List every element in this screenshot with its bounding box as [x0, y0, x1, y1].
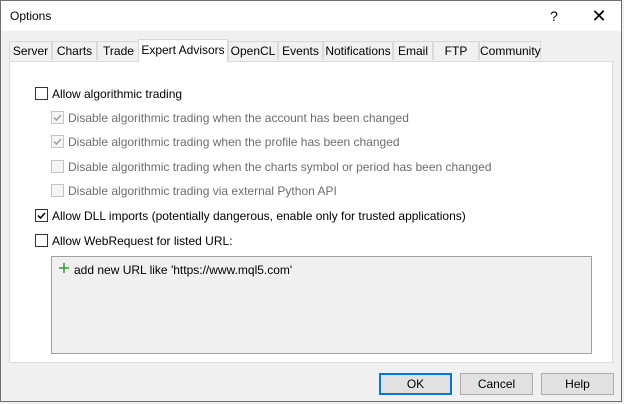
tab-opencl[interactable]: OpenCL	[228, 41, 278, 60]
cancel-button[interactable]: Cancel	[460, 373, 533, 395]
tab-email[interactable]: Email	[393, 41, 433, 60]
disable-on-account-change-checkbox[interactable]	[51, 111, 64, 124]
disable-on-account-change-label: Disable algorithmic trading when the acc…	[68, 111, 409, 125]
tab-events[interactable]: Events	[278, 41, 323, 60]
disable-via-python-label: Disable algorithmic trading via external…	[68, 184, 337, 198]
checkmark-icon	[53, 138, 62, 146]
disable-on-profile-change-label: Disable algorithmic trading when the pro…	[68, 135, 400, 149]
allow-webrequest-label: Allow WebRequest for listed URL:	[52, 234, 233, 248]
checkmark-icon	[53, 114, 62, 122]
tab-community[interactable]: Community	[479, 41, 541, 60]
url-list[interactable]: add new URL like 'https://www.mql5.com'	[51, 256, 592, 354]
plus-icon	[58, 262, 70, 276]
tab-server[interactable]: Server	[9, 41, 52, 60]
add-url-label: add new URL like 'https://www.mql5.com'	[74, 263, 293, 277]
dialog-title: Options	[10, 9, 52, 23]
disable-on-symbol-change-checkbox[interactable]	[51, 160, 64, 173]
disable-via-python-checkbox[interactable]	[51, 184, 64, 197]
allow-webrequest-checkbox[interactable]	[35, 234, 48, 247]
help-button[interactable]: Help	[541, 373, 614, 395]
tab-notifications[interactable]: Notifications	[323, 41, 393, 60]
close-button[interactable]: ✕	[583, 3, 615, 29]
disable-on-symbol-change-label: Disable algorithmic trading when the cha…	[68, 160, 492, 174]
tab-trade[interactable]: Trade	[97, 41, 140, 60]
help-title-button[interactable]: ?	[539, 3, 569, 29]
expert-advisors-panel: Allow algorithmic trading Disable algori…	[9, 61, 613, 363]
title-bar: Options ? ✕	[1, 1, 621, 31]
checkmark-icon	[37, 212, 46, 220]
tab-ftp[interactable]: FTP	[433, 41, 479, 60]
ok-button[interactable]: OK	[379, 373, 452, 395]
disable-on-profile-change-checkbox[interactable]	[51, 135, 64, 148]
tab-charts[interactable]: Charts	[52, 41, 97, 60]
allow-algo-trading-checkbox[interactable]	[35, 87, 48, 100]
options-dialog: Options ? ✕ Server Charts Trade Expert A…	[0, 0, 622, 402]
allow-dll-imports-checkbox[interactable]	[35, 209, 48, 222]
tab-expert-advisors[interactable]: Expert Advisors	[138, 39, 228, 62]
allow-algo-trading-label: Allow algorithmic trading	[52, 87, 183, 101]
allow-dll-imports-label: Allow DLL imports (potentially dangerous…	[52, 209, 466, 223]
